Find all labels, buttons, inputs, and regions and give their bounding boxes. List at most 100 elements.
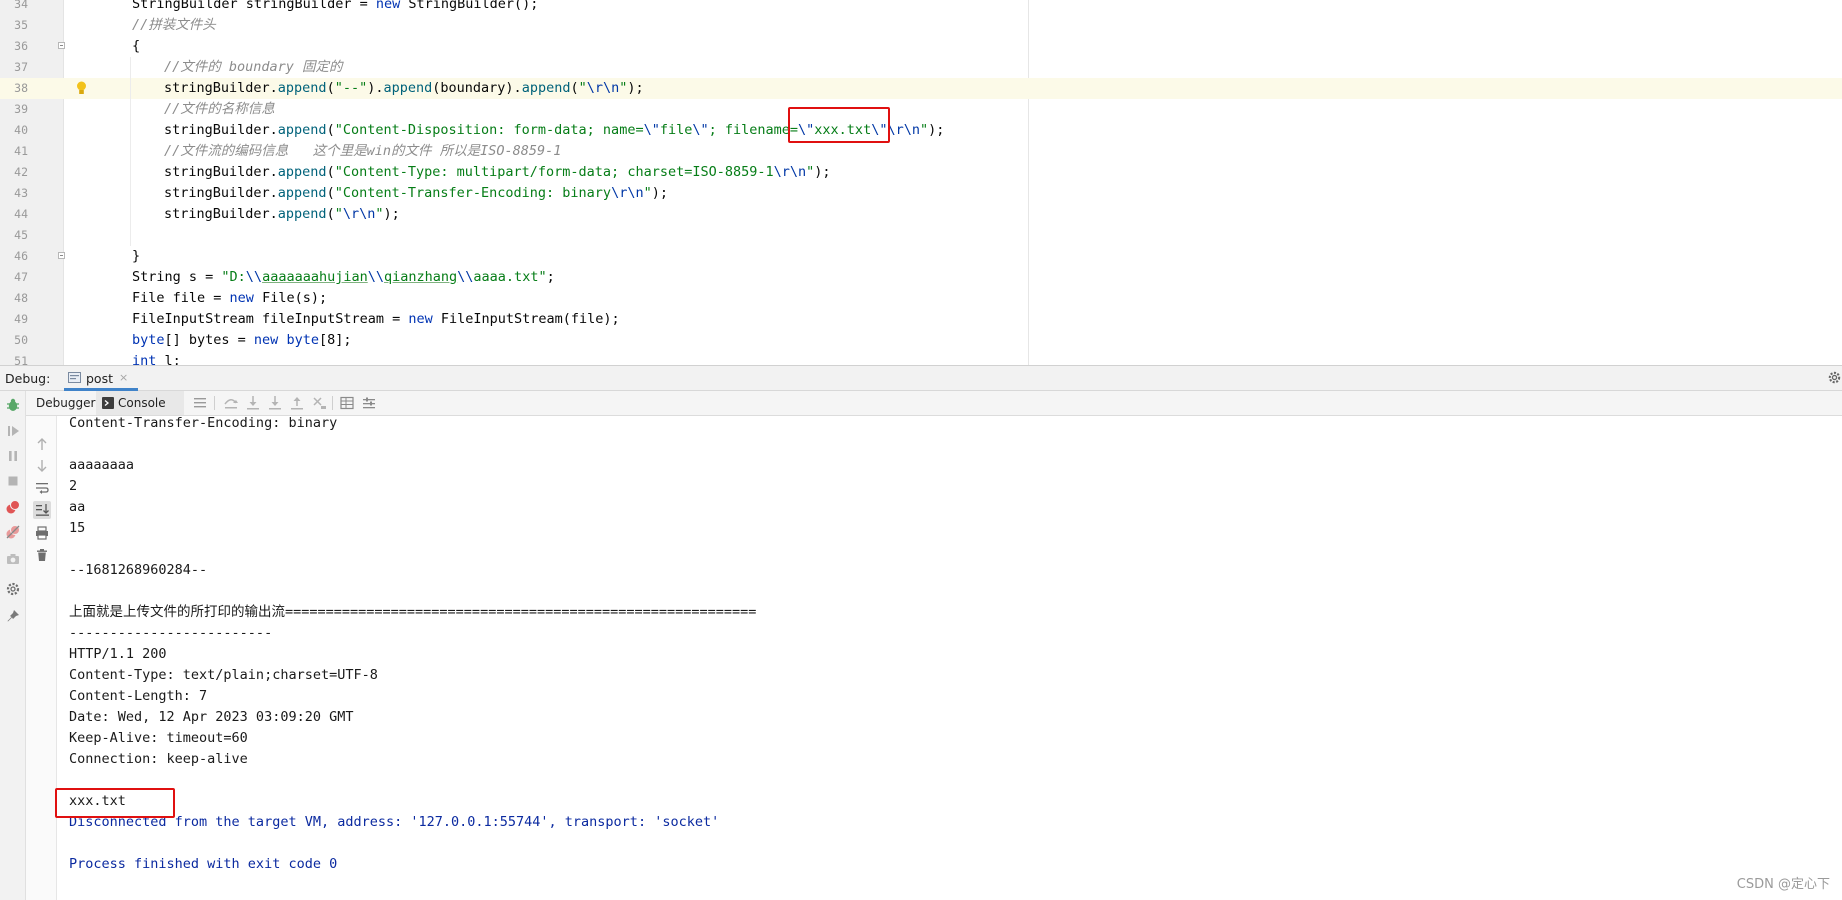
line-number: 41 xyxy=(14,144,28,158)
force-step-into-icon[interactable] xyxy=(267,395,283,411)
code-token: { xyxy=(132,38,141,54)
console-side-toolbar xyxy=(26,416,57,900)
code-text[interactable]: { xyxy=(132,36,140,57)
code-token: append xyxy=(277,80,327,96)
run-to-cursor-icon[interactable] xyxy=(311,395,327,411)
step-into-icon[interactable] xyxy=(245,395,261,411)
line-number: 47 xyxy=(14,270,28,284)
print-icon[interactable] xyxy=(34,525,50,541)
code-line[interactable]: 37 //文件的 boundary 固定的 xyxy=(0,57,1842,78)
step-out-icon[interactable] xyxy=(289,395,305,411)
line-number: 37 xyxy=(14,60,28,74)
tab-console-label: Console xyxy=(118,396,166,410)
evaluate-table-icon[interactable] xyxy=(339,395,355,411)
code-text[interactable]: stringBuilder.append("Content-Type: mult… xyxy=(164,162,831,183)
code-text[interactable]: //拼装文件头 xyxy=(132,15,216,36)
resume-icon[interactable] xyxy=(5,423,21,439)
code-text[interactable]: //文件的名称信息 xyxy=(164,99,275,120)
code-text[interactable]: int l; xyxy=(132,351,181,365)
code-text[interactable]: FileInputStream fileInputStream = new Fi… xyxy=(132,309,620,330)
code-line[interactable]: 51 int l; xyxy=(0,351,1842,365)
code-token: FileInputStream fileInputStream = xyxy=(132,311,409,327)
code-token: new xyxy=(253,332,279,348)
scroll-to-end-icon[interactable] xyxy=(33,501,51,519)
mute-breakpoints-icon[interactable] xyxy=(5,524,21,540)
console-output[interactable]: Content-Transfer-Encoding: binary aaaaaaa… xyxy=(55,415,1842,900)
code-token: \\ xyxy=(245,269,263,285)
code-text[interactable]: //文件流的编码信息 这个里是win的文件 所以是ISO-8859-1 xyxy=(164,141,561,162)
trash-icon[interactable] xyxy=(34,547,50,563)
lightbulb-icon[interactable] xyxy=(76,81,87,96)
step-over-icon[interactable] xyxy=(223,395,239,411)
pause-icon[interactable] xyxy=(5,448,21,464)
code-line[interactable]: 41 //文件流的编码信息 这个里是win的文件 所以是ISO-8859-1 xyxy=(0,141,1842,162)
code-text[interactable]: } xyxy=(132,246,140,267)
tab-debugger[interactable]: Debugger xyxy=(30,391,95,415)
code-token: stringBuilder. xyxy=(164,122,278,138)
code-token: stringBuilder. xyxy=(164,206,278,222)
soft-wrap-icon[interactable] xyxy=(34,480,50,496)
code-text[interactable]: //文件的 boundary 固定的 xyxy=(164,57,343,78)
menu-lines-icon[interactable] xyxy=(192,395,208,411)
code-line[interactable]: 40 stringBuilder.append("Content-Disposit… xyxy=(0,120,1842,141)
code-token: [] bytes = xyxy=(164,332,254,348)
code-token: " xyxy=(578,80,587,96)
code-line[interactable]: 38 stringBuilder.append("--").append(boun… xyxy=(0,78,1842,99)
code-line[interactable]: 36 { xyxy=(0,36,1842,57)
close-icon[interactable]: × xyxy=(119,371,128,384)
code-token: "Content-Type: multipart/form-data; char… xyxy=(334,164,774,180)
code-token: aaaaaaahujian xyxy=(262,269,368,285)
tab-console[interactable]: Console xyxy=(96,391,184,415)
line-number: 46 xyxy=(14,249,28,263)
code-line[interactable]: 34 StringBuilder stringBuilder = new Stri… xyxy=(0,0,1842,15)
code-line[interactable]: 46} xyxy=(0,246,1842,267)
code-token: " xyxy=(375,206,384,222)
code-token: " xyxy=(643,185,652,201)
code-line[interactable]: 39 //文件的名称信息 xyxy=(0,99,1842,120)
code-line[interactable]: 49 FileInputStream fileInputStream = new … xyxy=(0,309,1842,330)
stop-icon[interactable] xyxy=(5,473,21,489)
code-token: } xyxy=(132,248,141,264)
code-text[interactable]: String s = "D:\\aaaaaaahujian\\qianzhang… xyxy=(132,267,555,288)
arrow-down-icon[interactable] xyxy=(34,458,50,474)
settings-icon[interactable] xyxy=(5,581,21,597)
code-line[interactable]: 45 xyxy=(0,225,1842,246)
trace-settings-icon[interactable] xyxy=(361,395,377,411)
code-token: "Content-Transfer-Encoding: binary xyxy=(334,185,612,201)
fold-toggle-icon[interactable] xyxy=(58,252,65,259)
code-text[interactable]: stringBuilder.append("--").append(bounda… xyxy=(164,78,644,99)
code-text[interactable]: stringBuilder.append("Content-Transfer-E… xyxy=(164,183,668,204)
camera-icon[interactable] xyxy=(5,551,21,567)
code-token: \r\n xyxy=(887,122,920,138)
arrow-up-icon[interactable] xyxy=(34,436,50,452)
gear-icon[interactable] xyxy=(1827,370,1842,385)
code-line[interactable]: 47 String s = "D:\\aaaaaaahujian\\qianzha… xyxy=(0,267,1842,288)
code-line[interactable]: 44 stringBuilder.append("\r\n"); xyxy=(0,204,1842,225)
indent-guide xyxy=(130,141,131,162)
console-line: 2 xyxy=(69,478,78,494)
console-line: ------------------------- xyxy=(69,625,273,641)
code-text[interactable]: StringBuilder stringBuilder = new String… xyxy=(132,0,538,15)
fold-toggle-icon[interactable] xyxy=(58,42,65,49)
view-breakpoints-icon[interactable] xyxy=(5,499,21,515)
line-number: 42 xyxy=(14,165,28,179)
code-token: \\ xyxy=(457,269,474,285)
code-token: stringBuilder. xyxy=(164,80,278,96)
code-line[interactable]: 48 File file = new File(s); xyxy=(0,288,1842,309)
indent-guide xyxy=(130,183,131,204)
code-line[interactable]: 50 byte[] bytes = new byte[8]; xyxy=(0,330,1842,351)
code-token: \" xyxy=(643,122,660,138)
code-line[interactable]: 35 //拼装文件头 xyxy=(0,15,1842,36)
debug-bug-icon[interactable] xyxy=(5,397,21,413)
code-line[interactable]: 43 stringBuilder.append("Content-Transfer… xyxy=(0,183,1842,204)
code-text[interactable]: byte[] bytes = new byte[8]; xyxy=(132,330,351,351)
indent-guide xyxy=(130,78,131,99)
code-token: "--" xyxy=(334,80,368,96)
code-line[interactable]: 42 stringBuilder.append("Content-Type: mu… xyxy=(0,162,1842,183)
code-text[interactable]: File file = new File(s); xyxy=(132,288,327,309)
code-text[interactable]: stringBuilder.append("\r\n"); xyxy=(164,204,400,225)
debug-session-tab-post[interactable]: post × xyxy=(64,366,138,391)
pin-icon[interactable] xyxy=(5,608,21,624)
code-token: new xyxy=(408,311,433,327)
code-editor[interactable]: 34 StringBuilder stringBuilder = new Stri… xyxy=(0,0,1842,365)
